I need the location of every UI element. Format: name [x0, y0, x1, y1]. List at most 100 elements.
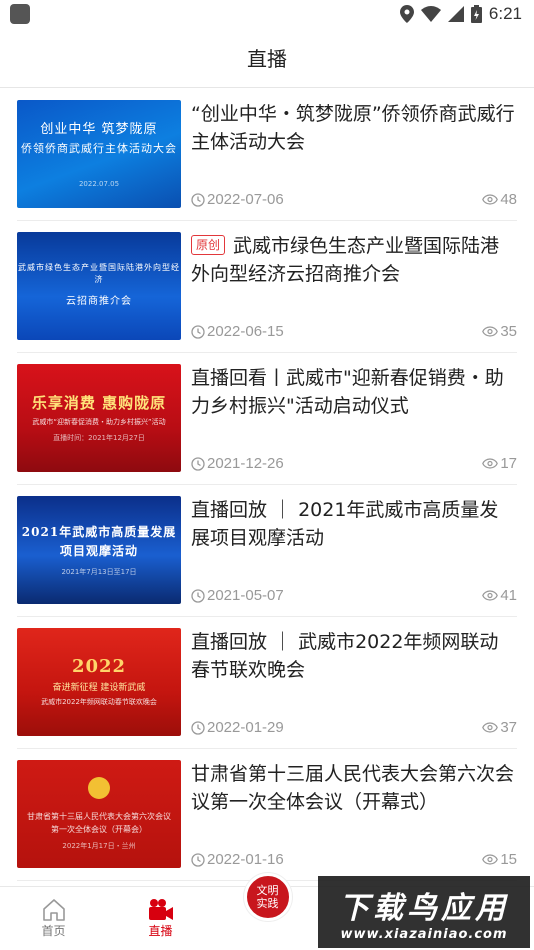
nav-center[interactable]: 文明 实践	[214, 873, 321, 950]
wifi-icon	[420, 6, 441, 22]
battery-icon	[470, 5, 482, 23]
item-date-text: 2022-01-29	[207, 719, 284, 736]
eye-icon	[482, 722, 499, 733]
item-date-text: 2022-01-16	[207, 851, 284, 868]
item-title[interactable]: 直播回看丨武威市"迎新春促销费・助力乡村振兴"活动启动仪式	[191, 364, 517, 420]
eye-icon	[482, 590, 499, 601]
item-title[interactable]: “创业中华・筑梦陇原”侨领侨商武威行主体活动大会	[191, 100, 517, 156]
item-date: 2021-05-07	[191, 587, 284, 604]
item-date-text: 2022-06-15	[207, 323, 284, 340]
item-title-text: 直播回看丨武威市"迎新春促销费・助力乡村振兴"活动启动仪式	[191, 367, 504, 417]
live-list[interactable]: 创业中华 筑梦陇原 侨领侨商武威行主体活动大会 2022.07.05 “创业中华…	[0, 89, 534, 886]
thumb-line3: 2021年7月13日至17日	[61, 568, 137, 576]
item-title-text: “创业中华・筑梦陇原”侨领侨商武威行主体活动大会	[191, 103, 515, 153]
status-bar: 6:21	[0, 0, 534, 28]
item-title[interactable]: 原创 武威市绿色生态产业暨国际陆港外向型经济云招商推介会	[191, 232, 517, 288]
clock-icon	[191, 852, 205, 867]
item-views: 48	[482, 191, 517, 208]
thumb-line2: 侨领侨商武威行主体活动大会	[21, 142, 177, 155]
list-item[interactable]: 武威市绿色生态产业暨国际陆港外向型经济 云招商推介会 原创 武威市绿色生态产业暨国…	[17, 221, 517, 353]
item-meta: 2021-12-26 17	[191, 455, 517, 472]
item-title[interactable]: 甘肃省第十三届人民代表大会第六次会议第一次全体会议（开幕式）	[191, 760, 517, 816]
thumb-line3: 武威市2022年频网联动春节联欢晚会	[41, 698, 157, 706]
thumb-line1: 甘肃省第十三届人民代表大会第六次会议	[27, 812, 171, 821]
nav-live-label: 直播	[148, 924, 173, 938]
nav-home[interactable]: 首页	[0, 887, 107, 950]
location-icon	[399, 5, 414, 23]
thumb-line2: 武威市“迎新春促消费・助力乡村振兴”活动	[32, 417, 166, 426]
item-info[interactable]: 直播回看丨武威市"迎新春促销费・助力乡村振兴"活动启动仪式 2021-12-26…	[191, 364, 517, 472]
item-views-count: 15	[500, 851, 517, 868]
nav-home-label: 首页	[41, 924, 66, 938]
eye-icon	[482, 458, 499, 469]
item-date: 2021-12-26	[191, 455, 284, 472]
thumb-line2: 第一次全体会议（开幕会）	[51, 825, 147, 834]
list-item[interactable]: 甘肃省第十三届人民代表大会第六次会议 第一次全体会议（开幕会） 2022年1月1…	[17, 749, 517, 881]
item-thumbnail[interactable]: 创业中华 筑梦陇原 侨领侨商武威行主体活动大会 2022.07.05	[17, 100, 181, 208]
item-title-text: 武威市绿色生态产业暨国际陆港外向型经济云招商推介会	[191, 235, 500, 285]
item-title-text: 直播回放 ｜ 武威市2022年频网联动春节联欢晚会	[191, 631, 499, 681]
thumb-line1: 武威市绿色生态产业暨国际陆港外向型经济	[18, 262, 180, 284]
item-date-text: 2021-12-26	[207, 455, 284, 472]
item-views-count: 37	[500, 719, 517, 736]
page-title: 直播	[247, 47, 287, 71]
item-info[interactable]: 原创 武威市绿色生态产业暨国际陆港外向型经济云招商推介会 2022-06-15 3…	[191, 232, 517, 340]
item-date: 2022-07-06	[191, 191, 284, 208]
item-thumbnail[interactable]: 2022 奋进新征程 建设新武威 武威市2022年频网联动春节联欢晚会	[17, 628, 181, 736]
thumb-line1: 2022	[71, 656, 127, 677]
eye-icon	[482, 854, 499, 865]
clock-icon	[191, 588, 205, 603]
center-line2: 实践	[256, 897, 279, 910]
item-title-text: 甘肃省第十三届人民代表大会第六次会议第一次全体会议（开幕式）	[191, 763, 515, 813]
list-item[interactable]: 2022 奋进新征程 建设新武威 武威市2022年频网联动春节联欢晚会 直播回放…	[17, 617, 517, 749]
eye-icon	[482, 194, 499, 205]
list-item[interactable]: 2021年武威市高质量发展 项目观摩活动 2021年7月13日至17日 直播回放…	[17, 485, 517, 617]
item-thumbnail[interactable]: 甘肃省第十三届人民代表大会第六次会议 第一次全体会议（开幕会） 2022年1月1…	[17, 760, 181, 868]
item-info[interactable]: 直播回放 ｜ 2021年武威市高质量发展项目观摩活动 2021-05-07 41	[191, 496, 517, 604]
item-views-count: 41	[500, 587, 517, 604]
item-thumbnail[interactable]: 2021年武威市高质量发展 项目观摩活动 2021年7月13日至17日	[17, 496, 181, 604]
item-views-count: 17	[500, 455, 517, 472]
status-time: 6:21	[488, 4, 522, 23]
item-views: 41	[482, 587, 517, 604]
nav-live[interactable]: 直播	[107, 887, 214, 950]
center-line1: 文明	[256, 884, 279, 897]
item-date-text: 2022-07-06	[207, 191, 284, 208]
item-title-text: 直播回放 ｜ 2021年武威市高质量发展项目观摩活动	[191, 499, 499, 549]
thumb-line4: 2022.07.05	[78, 180, 120, 188]
list-item[interactable]: 乐享消费 惠购陇原 武威市“迎新春促消费・助力乡村振兴”活动 直播时间：2021…	[17, 353, 517, 485]
item-views: 35	[482, 323, 517, 340]
clock-icon	[191, 192, 205, 207]
item-date: 2022-06-15	[191, 323, 284, 340]
item-info[interactable]: 直播回放 ｜ 武威市2022年频网联动春节联欢晚会 2022-01-29 37	[191, 628, 517, 736]
item-thumbnail[interactable]: 乐享消费 惠购陇原 武威市“迎新春促消费・助力乡村振兴”活动 直播时间：2021…	[17, 364, 181, 472]
item-meta: 2022-01-16 15	[191, 851, 517, 868]
clock-icon	[191, 456, 205, 471]
watermark-logo: 下载鸟应用 www.xiazainiao.com	[318, 876, 530, 948]
signal-icon	[447, 6, 464, 22]
page-header: 直播	[0, 28, 534, 88]
original-badge: 原创	[191, 235, 226, 255]
thumb-line2: 云招商推介会	[66, 295, 132, 307]
item-title[interactable]: 直播回放 ｜ 武威市2022年频网联动春节联欢晚会	[191, 628, 517, 684]
item-date-text: 2021-05-07	[207, 587, 284, 604]
civilization-practice-button[interactable]: 文明 实践	[243, 873, 292, 921]
eye-icon	[482, 326, 499, 337]
item-title[interactable]: 直播回放 ｜ 2021年武威市高质量发展项目观摩活动	[191, 496, 517, 552]
clock-icon	[191, 324, 205, 339]
item-views: 37	[482, 719, 517, 736]
item-meta: 2022-06-15 35	[191, 323, 517, 340]
item-views: 15	[482, 851, 517, 868]
thumb-line2: 项目观摩活动	[59, 544, 138, 558]
thumb-line1: 2021年武威市高质量发展	[21, 525, 177, 539]
item-thumbnail[interactable]: 武威市绿色生态产业暨国际陆港外向型经济 云招商推介会	[17, 232, 181, 340]
item-info[interactable]: “创业中华・筑梦陇原”侨领侨商武威行主体活动大会 2022-07-06 48	[191, 100, 517, 208]
item-date: 2022-01-16	[191, 851, 284, 868]
item-meta: 2021-05-07 41	[191, 587, 517, 604]
home-icon	[42, 899, 65, 921]
thumb-line2: 奋进新征程 建设新武威	[52, 683, 146, 693]
item-info[interactable]: 甘肃省第十三届人民代表大会第六次会议第一次全体会议（开幕式） 2022-01-1…	[191, 760, 517, 868]
item-views: 17	[482, 455, 517, 472]
item-meta: 2022-07-06 48	[191, 191, 517, 208]
list-item[interactable]: 创业中华 筑梦陇原 侨领侨商武威行主体活动大会 2022.07.05 “创业中华…	[17, 89, 517, 221]
